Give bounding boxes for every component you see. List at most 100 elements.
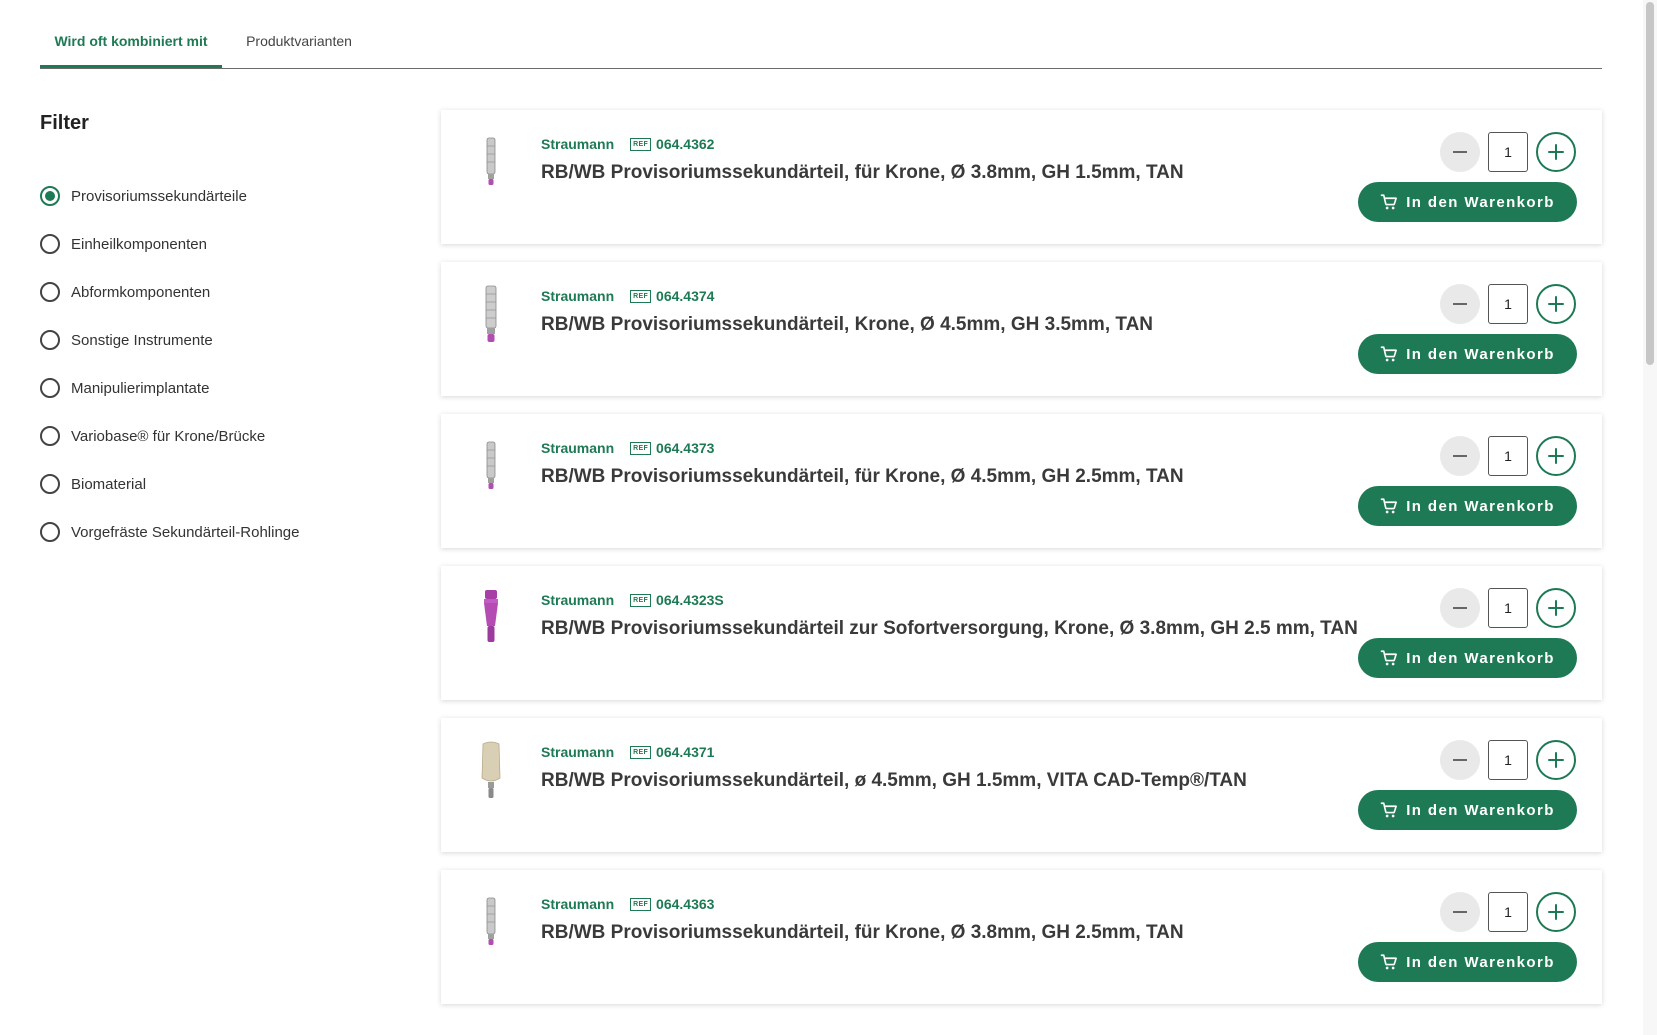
- product-tabs: Wird oft kombiniert mit Produktvarianten: [40, 22, 1602, 69]
- increase-quantity-button[interactable]: [1536, 588, 1576, 628]
- add-to-cart-button[interactable]: In den Warenkorb: [1358, 638, 1577, 678]
- shopping-cart-icon: [1380, 650, 1398, 666]
- decrease-quantity-button[interactable]: [1440, 740, 1480, 780]
- radio-button[interactable]: [40, 234, 60, 254]
- add-to-cart-label: In den Warenkorb: [1406, 801, 1555, 819]
- abutment-image: [485, 285, 497, 342]
- quantity-stepper: [1440, 436, 1576, 476]
- product-title[interactable]: RB/WB Provisoriumssekundärteil, für Kron…: [541, 922, 1184, 944]
- shopping-cart-icon: [1380, 802, 1398, 818]
- plus-icon: [1548, 448, 1564, 464]
- shopping-cart-icon: [1380, 954, 1398, 970]
- radio-button[interactable]: [40, 426, 60, 446]
- ref-icon: REF: [630, 593, 652, 607]
- product-ref: REF 064.4323S: [630, 592, 724, 608]
- add-to-cart-button[interactable]: In den Warenkorb: [1358, 334, 1577, 374]
- decrease-quantity-button[interactable]: [1440, 892, 1480, 932]
- ref-icon: REF: [630, 745, 652, 759]
- add-to-cart-label: In den Warenkorb: [1406, 953, 1555, 971]
- product-ref-number: 064.4371: [656, 744, 715, 760]
- tab-wird-oft-kombiniert-mit[interactable]: Wird oft kombiniert mit: [40, 32, 222, 68]
- product-brand: Straumann: [541, 744, 615, 760]
- filter-option-label: Manipulierimplantate: [71, 379, 210, 397]
- quantity-stepper: [1440, 588, 1576, 628]
- minus-icon: [1453, 303, 1467, 305]
- quantity-stepper: [1440, 284, 1576, 324]
- filter-option-manipulierimplantate[interactable]: Manipulierimplantate: [40, 364, 400, 412]
- increase-quantity-button[interactable]: [1536, 892, 1576, 932]
- filter-list: Provisoriumssekundärteile Einheilkompone…: [40, 172, 400, 556]
- plus-icon: [1548, 144, 1564, 160]
- quantity-input[interactable]: [1488, 284, 1528, 324]
- product-title[interactable]: RB/WB Provisoriumssekundärteil, ø 4.5mm,…: [541, 770, 1247, 792]
- quantity-input[interactable]: [1488, 436, 1528, 476]
- product-ref: REF 064.4362: [630, 136, 714, 152]
- increase-quantity-button[interactable]: [1536, 284, 1576, 324]
- decrease-quantity-button[interactable]: [1440, 436, 1480, 476]
- scrollbar-thumb[interactable]: [1646, 2, 1654, 365]
- decrease-quantity-button[interactable]: [1440, 588, 1480, 628]
- product-brand: Straumann: [541, 440, 615, 456]
- product-brand: Straumann: [541, 592, 615, 608]
- product-ref: REF 064.4371: [630, 744, 714, 760]
- page-scrollbar[interactable]: [1643, 0, 1657, 1035]
- product-meta: Straumann REF 064.4374: [541, 288, 714, 304]
- radio-button[interactable]: [40, 282, 60, 302]
- minus-icon: [1453, 607, 1467, 609]
- quantity-input[interactable]: [1488, 892, 1528, 932]
- radio-button-checked[interactable]: [40, 186, 60, 206]
- decrease-quantity-button[interactable]: [1440, 132, 1480, 172]
- product-card: Straumann REF 064.4363 RB/WB Provisorium…: [441, 870, 1602, 1004]
- product-ref: REF 064.4363: [630, 896, 714, 912]
- radio-button[interactable]: [40, 330, 60, 350]
- quantity-input[interactable]: [1488, 132, 1528, 172]
- product-meta: Straumann REF 064.4363: [541, 896, 714, 912]
- minus-icon: [1453, 911, 1467, 913]
- minus-icon: [1453, 759, 1467, 761]
- filter-option-provisoriumssekundaerteile[interactable]: Provisoriumssekundärteile: [40, 172, 400, 220]
- abutment-image: [481, 741, 501, 798]
- product-title[interactable]: RB/WB Provisoriumssekundärteil, für Kron…: [541, 162, 1184, 184]
- filter-option-einheilkomponenten[interactable]: Einheilkomponenten: [40, 220, 400, 268]
- radio-button[interactable]: [40, 378, 60, 398]
- decrease-quantity-button[interactable]: [1440, 284, 1480, 324]
- product-title[interactable]: RB/WB Provisoriumssekundärteil, Krone, Ø…: [541, 314, 1153, 336]
- add-to-cart-button[interactable]: In den Warenkorb: [1358, 790, 1577, 830]
- shopping-cart-icon: [1380, 498, 1398, 514]
- quantity-input[interactable]: [1488, 588, 1528, 628]
- abutment-image: [486, 897, 496, 945]
- shopping-cart-icon: [1380, 194, 1398, 210]
- add-to-cart-button[interactable]: In den Warenkorb: [1358, 942, 1577, 982]
- filter-option-abformkomponenten[interactable]: Abformkomponenten: [40, 268, 400, 316]
- increase-quantity-button[interactable]: [1536, 436, 1576, 476]
- abutment-image: [486, 441, 496, 489]
- product-ref-number: 064.4363: [656, 896, 715, 912]
- product-ref: REF 064.4373: [630, 440, 714, 456]
- plus-icon: [1548, 296, 1564, 312]
- product-brand: Straumann: [541, 288, 615, 304]
- filter-option-sonstige-instrumente[interactable]: Sonstige Instrumente: [40, 316, 400, 364]
- product-title[interactable]: RB/WB Provisoriumssekundärteil zur Sofor…: [541, 618, 1358, 640]
- radio-button[interactable]: [40, 522, 60, 542]
- filter-option-biomaterial[interactable]: Biomaterial: [40, 460, 400, 508]
- increase-quantity-button[interactable]: [1536, 132, 1576, 172]
- add-to-cart-label: In den Warenkorb: [1406, 497, 1555, 515]
- product-ref: REF 064.4374: [630, 288, 714, 304]
- add-to-cart-button[interactable]: In den Warenkorb: [1358, 182, 1577, 222]
- filter-option-variobase[interactable]: Variobase® für Krone/Brücke: [40, 412, 400, 460]
- quantity-input[interactable]: [1488, 740, 1528, 780]
- add-to-cart-label: In den Warenkorb: [1406, 345, 1555, 363]
- tab-produktvarianten[interactable]: Produktvarianten: [234, 32, 364, 68]
- increase-quantity-button[interactable]: [1536, 740, 1576, 780]
- product-brand: Straumann: [541, 896, 615, 912]
- abutment-image: [486, 137, 496, 185]
- add-to-cart-button[interactable]: In den Warenkorb: [1358, 486, 1577, 526]
- radio-button[interactable]: [40, 474, 60, 494]
- filter-option-vorgefraeste-sekundaerteil-rohlinge[interactable]: Vorgefräste Sekundärteil-Rohlinge: [40, 508, 400, 556]
- product-title[interactable]: RB/WB Provisoriumssekundärteil, für Kron…: [541, 466, 1184, 488]
- minus-icon: [1453, 151, 1467, 153]
- filter-option-label: Biomaterial: [71, 475, 147, 493]
- product-card: Straumann REF 064.4374 RB/WB Provisorium…: [441, 262, 1602, 396]
- product-card: Straumann REF 064.4362 RB/WB Provisorium…: [441, 110, 1602, 244]
- plus-icon: [1548, 904, 1564, 920]
